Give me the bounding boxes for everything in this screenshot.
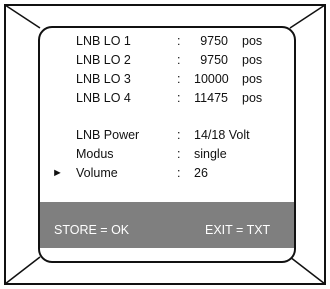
menu-row-unit: pos <box>242 53 263 67</box>
menu-row-volume[interactable]: ► Volume : 26 <box>40 164 294 182</box>
menu-row-unit: pos <box>242 34 263 48</box>
menu-row-lnb-lo-2[interactable]: LNB LO 2 : 9750 pos <box>40 51 294 69</box>
menu-row-modus[interactable]: Modus : single <box>40 145 294 163</box>
menu-row-value: 9750 <box>200 53 228 67</box>
menu-row-label: Modus <box>76 147 114 161</box>
menu-row-lnb-power[interactable]: LNB Power : 14/18 Volt <box>40 126 294 144</box>
menu-row-lnb-lo-4[interactable]: LNB LO 4 : 11475 pos <box>40 89 294 107</box>
menu-row-value: 11475 <box>194 91 228 105</box>
exit-hint: EXIT = TXT <box>205 223 271 237</box>
menu-row-value: 9750 <box>200 34 228 48</box>
menu-row-value: 26 <box>194 166 208 180</box>
menu-row-value: 14/18 Volt <box>194 128 250 142</box>
menu-row-value: single <box>194 147 227 161</box>
menu-row-colon: : <box>177 147 181 161</box>
menu-row-label: LNB LO 2 <box>76 53 131 67</box>
footer-bar: STORE = OK EXIT = TXT <box>40 202 294 248</box>
menu-row-label: LNB LO 3 <box>76 72 131 86</box>
menu-row-colon: : <box>177 91 181 105</box>
menu-row-unit: pos <box>242 91 263 105</box>
menu-row-colon: : <box>177 166 181 180</box>
menu-row-colon: : <box>177 72 181 86</box>
menu-row-label: LNB Power <box>76 128 140 142</box>
menu-row-colon: : <box>177 34 181 48</box>
menu-row-lnb-lo-3[interactable]: LNB LO 3 : 10000 pos <box>40 70 294 88</box>
menu-row-label: LNB LO 1 <box>76 34 131 48</box>
menu-row-lnb-lo-1[interactable]: LNB LO 1 : 9750 pos <box>40 32 294 50</box>
menu-row-value: 10000 <box>194 72 229 86</box>
store-hint: STORE = OK <box>54 223 130 237</box>
menu-row-colon: : <box>177 53 181 67</box>
menu-row-colon: : <box>177 128 181 142</box>
osd-screen: LNB LO 1 : 9750 pos LNB LO 2 : 9750 pos … <box>38 26 296 263</box>
menu-row-label: Volume <box>76 166 118 180</box>
menu-row-label: LNB LO 4 <box>76 91 131 105</box>
selection-arrow-icon: ► <box>52 167 63 179</box>
menu-row-unit: pos <box>242 72 263 86</box>
